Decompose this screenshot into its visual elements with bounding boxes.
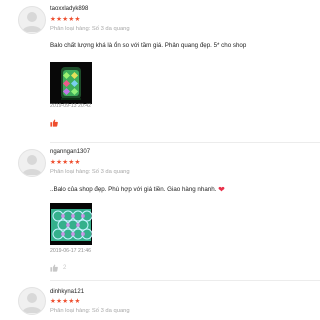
review-variation: Phân loại hàng: Số 3 da quang [50,169,130,175]
review-item: dinhkyna121 ★★★★★ Phân loại hàng: Số 3 d… [0,0,320,315]
rating-stars: ★★★★★ [50,298,81,305]
backpack-photo-image [50,203,92,245]
review-divider [50,280,320,281]
like-count: 2 [63,265,67,271]
review-comment: ..Balo của shop đẹp. Phù hợp với giá tiề… [50,185,225,194]
review-photo[interactable] [50,203,92,245]
rating-stars: ★★★★★ [50,159,81,166]
review-timestamp: 2019-06-17 21:46 [50,248,91,254]
avatar[interactable] [18,149,46,177]
heart-emoji: ❤ [218,185,225,194]
review-comment-text: ..Balo của shop đẹp. Phù hợp với giá tiề… [50,186,217,193]
review-variation: Phân loại hàng: Số 3 da quang [50,308,130,314]
thumbs-up-icon [50,264,58,272]
review-username[interactable]: dinhkyna121 [50,289,84,295]
review-username[interactable]: nganngan1307 [50,149,90,155]
avatar-placeholder-icon [22,293,42,313]
avatar[interactable] [18,287,46,315]
avatar-placeholder-icon [22,155,42,175]
like-button[interactable]: 2 [50,264,66,272]
